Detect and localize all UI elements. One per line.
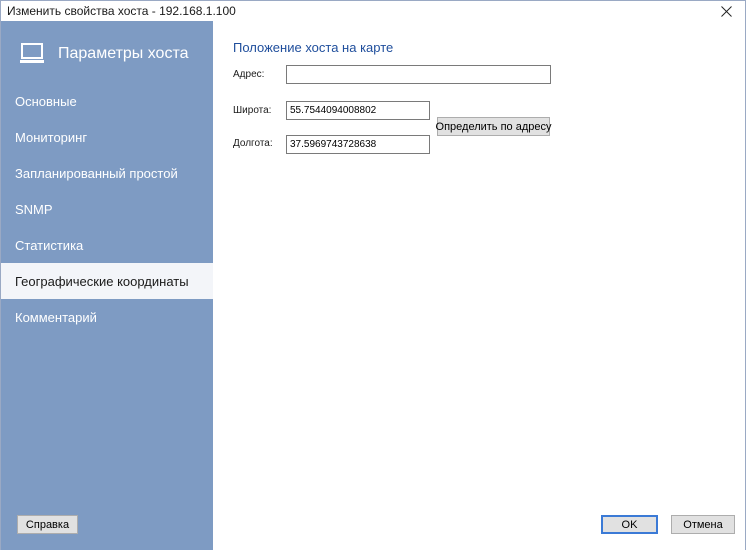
ok-button[interactable]: OK	[601, 515, 658, 534]
sidebar: Параметры хоста Основные Мониторинг Запл…	[1, 21, 213, 550]
sidebar-item-general[interactable]: Основные	[1, 83, 213, 119]
geocode-by-address-button[interactable]: Определить по адресу	[436, 117, 551, 136]
sidebar-title: Параметры хоста	[58, 45, 189, 62]
dialog-window: Изменить свойства хоста - 192.168.1.100 …	[0, 0, 746, 550]
latitude-input[interactable]	[286, 101, 430, 120]
window-title: Изменить свойства хоста - 192.168.1.100	[7, 4, 236, 18]
close-icon	[720, 5, 732, 17]
sidebar-item-label: Запланированный простой	[15, 165, 178, 181]
sidebar-item-monitoring[interactable]: Мониторинг	[1, 119, 213, 155]
sidebar-item-snmp[interactable]: SNMP	[1, 191, 213, 227]
longitude-label: Долгота:	[233, 138, 273, 149]
address-label: Адрес:	[233, 69, 265, 80]
longitude-input[interactable]	[286, 135, 430, 154]
sidebar-item-statistics[interactable]: Статистика	[1, 227, 213, 263]
sidebar-item-label: Статистика	[15, 237, 84, 253]
sidebar-item-scheduled-downtime[interactable]: Запланированный простой	[1, 155, 213, 191]
address-input[interactable]	[286, 65, 551, 84]
sidebar-nav: Основные Мониторинг Запланированный прос…	[1, 83, 213, 335]
sidebar-item-label: Основные	[15, 93, 77, 109]
close-button[interactable]	[711, 1, 741, 21]
laptop-icon	[20, 43, 44, 63]
sidebar-item-label: Комментарий	[15, 309, 97, 325]
sidebar-item-label: SNMP	[15, 201, 53, 217]
cancel-button[interactable]: Отмена	[671, 515, 735, 534]
title-bar[interactable]: Изменить свойства хоста - 192.168.1.100	[1, 1, 745, 21]
sidebar-header: Параметры хоста	[19, 41, 189, 67]
section-title: Положение хоста на карте	[233, 40, 394, 55]
sidebar-item-label: Географические координаты	[15, 273, 189, 289]
main-content: Положение хоста на карте Адрес: Широта: …	[213, 21, 745, 550]
help-button[interactable]: Справка	[17, 515, 78, 534]
sidebar-item-label: Мониторинг	[15, 129, 88, 145]
sidebar-item-comment[interactable]: Комментарий	[1, 299, 213, 335]
sidebar-item-geo-coordinates[interactable]: Географические координаты	[1, 263, 213, 299]
latitude-label: Широта:	[233, 105, 272, 116]
